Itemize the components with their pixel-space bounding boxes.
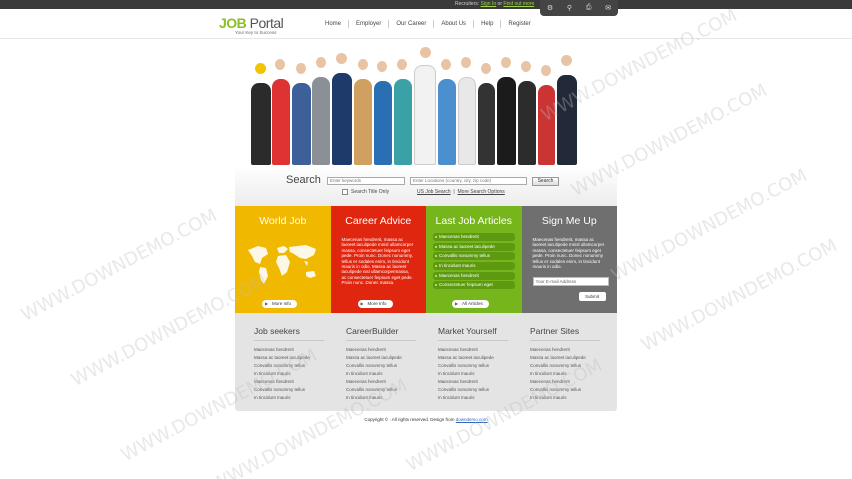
column-careerbuilder: CareerBuilder Maecenas hendrerit Massa a… bbox=[327, 313, 419, 411]
search-title-only[interactable]: Search Title Only bbox=[342, 189, 389, 195]
sign-me-up-text: Maecenas hendrerit, massa ac laoreet iac… bbox=[532, 237, 605, 270]
us-job-search-link[interactable]: US Job Search bbox=[417, 189, 451, 195]
logo-portal: Portal bbox=[246, 15, 284, 31]
column-title: Market Yourself bbox=[438, 326, 508, 341]
logo-tagline: Your Key to Success bbox=[235, 30, 277, 35]
list-item[interactable]: Maecenas hendrerit bbox=[530, 378, 603, 386]
list-item[interactable]: In tincidunt mauris bbox=[438, 394, 511, 402]
column-title: Partner Sites bbox=[530, 326, 600, 341]
keywords-input[interactable]: Enter keywords bbox=[327, 177, 405, 185]
design-credit-link[interactable]: downdemo.com bbox=[456, 417, 488, 422]
recruiters-links: Recruiters: Sign In or Find out more bbox=[455, 0, 534, 9]
column-partner-sites: Partner Sites Maecenas hendrerit Massa a… bbox=[511, 313, 603, 411]
list-item[interactable]: In tincidunt mauris bbox=[254, 370, 327, 378]
title-only-checkbox[interactable] bbox=[342, 189, 348, 195]
logo-job: JOB bbox=[219, 15, 247, 31]
watermark: WWW.DOWNDEMO.COM bbox=[607, 164, 811, 287]
world-job-box: World Job More Info bbox=[235, 206, 331, 313]
column-title: Job seekers bbox=[254, 326, 324, 341]
more-search-options-link[interactable]: More Search Options bbox=[458, 189, 505, 195]
feature-boxes: World Job More Info Career Advice Maecen… bbox=[235, 206, 617, 313]
nav-help[interactable]: Help bbox=[473, 20, 500, 28]
world-job-title: World Job bbox=[259, 215, 307, 227]
header: JOB Portal Your Key to Success Home Empl… bbox=[0, 9, 852, 39]
list-item[interactable]: Maecenas hendrerit bbox=[530, 346, 603, 354]
list-item[interactable]: In tincidunt mauris bbox=[346, 370, 419, 378]
footer-columns: Job seekers Maecenas hendrerit Massa ac … bbox=[235, 313, 617, 411]
find-out-more-link[interactable]: Find out more bbox=[503, 1, 534, 7]
watermark: WWW.DOWNDEMO.COM bbox=[637, 234, 841, 357]
email-field[interactable]: Your E-mail Address bbox=[532, 277, 609, 286]
list-item[interactable]: Convallis nonummy tellus bbox=[254, 386, 327, 394]
career-advice-box: Career Advice Maecenas hendrerit, massa … bbox=[330, 206, 426, 313]
career-advice-title: Career Advice bbox=[345, 215, 412, 227]
article-item[interactable]: Consectetuer feipsum eget bbox=[433, 281, 515, 290]
search-label: Search bbox=[286, 174, 321, 186]
list-item[interactable]: Convallis nonummy tellus bbox=[438, 362, 511, 370]
or-text: or bbox=[497, 1, 502, 7]
main-nav: Home Employer Our Career About Us Help R… bbox=[318, 20, 538, 28]
nav-home[interactable]: Home bbox=[318, 20, 348, 28]
all-articles-button[interactable]: All Articles bbox=[452, 300, 489, 308]
column-market-yourself: Market Yourself Maecenas hendrerit Massa… bbox=[419, 313, 511, 411]
list-item[interactable]: Maecenas hendrerit bbox=[438, 346, 511, 354]
list-item[interactable]: Convallis nonummy tellus bbox=[438, 386, 511, 394]
copyright: Copyright © . All rights reserved. Desig… bbox=[0, 417, 852, 422]
job-articles-box: Last Job Articles Maecenas hendrerit Mas… bbox=[426, 206, 522, 313]
list-item[interactable]: Convallis nonummy tellus bbox=[530, 362, 603, 370]
list-item[interactable]: Convallis nonummy tellus bbox=[346, 362, 419, 370]
submit-button[interactable]: Submit bbox=[578, 292, 606, 301]
list-item[interactable]: Maecenas hendrerit bbox=[254, 346, 327, 354]
page: Recruiters: Sign In or Find out more ⚙ ⚲… bbox=[0, 0, 852, 479]
list-item[interactable]: Maecenas hendrerit bbox=[346, 378, 419, 386]
world-more-info-button[interactable]: More Info bbox=[262, 300, 298, 308]
list-item[interactable]: Convallis nonummy tellus bbox=[530, 386, 603, 394]
recruiters-label: Recruiters: bbox=[455, 1, 480, 7]
sign-me-up-box: Sign Me Up Maecenas hendrerit, massa ac … bbox=[521, 206, 617, 313]
sign-in-link[interactable]: Sign In bbox=[481, 1, 497, 7]
nav-employer[interactable]: Employer bbox=[348, 20, 388, 28]
list-item[interactable]: In tincidunt mauris bbox=[530, 394, 603, 402]
list-item[interactable]: Massa ac laoreet iaculipede bbox=[530, 354, 603, 362]
list-item[interactable]: Massa ac laoreet iaculipede bbox=[346, 354, 419, 362]
list-item[interactable]: Maecenas hendrerit bbox=[438, 378, 511, 386]
column-job-seekers: Job seekers Maecenas hendrerit Massa ac … bbox=[235, 313, 327, 411]
list-item[interactable]: Convallis nonummy tellus bbox=[346, 386, 419, 394]
search-bar: Search Enter keywords Enter Locations (c… bbox=[235, 166, 617, 206]
nav-register[interactable]: Register bbox=[500, 20, 537, 28]
article-item[interactable]: Maecenas hendrerit bbox=[433, 233, 515, 241]
nav-about-us[interactable]: About Us bbox=[433, 20, 473, 28]
watermark: WWW.DOWNDEMO.COM bbox=[17, 204, 221, 327]
article-item[interactable]: Maecenas hendrerit bbox=[433, 271, 515, 280]
world-map-icon bbox=[248, 245, 316, 284]
search-button[interactable]: Search bbox=[532, 177, 559, 186]
article-item[interactable]: In tincidunt mauris bbox=[433, 262, 515, 271]
list-item[interactable]: In tincidunt mauris bbox=[438, 370, 511, 378]
title-only-label: Search Title Only bbox=[351, 189, 390, 195]
article-item[interactable]: Massa ac laoreet iaculipede bbox=[433, 242, 515, 251]
career-more-info-button[interactable]: More Info bbox=[357, 300, 393, 308]
list-item[interactable]: Massa ac laoreet iaculipede bbox=[438, 354, 511, 362]
list-item[interactable]: Maecenas hendrerit bbox=[346, 346, 419, 354]
copyright-text: Copyright © . All rights reserved. Desig… bbox=[364, 417, 455, 422]
list-item[interactable]: Maecenas hendrerit bbox=[254, 378, 327, 386]
list-item[interactable]: Massa ac laoreet iaculipede bbox=[254, 354, 327, 362]
articles-list: Maecenas hendrerit Massa ac laoreet iacu… bbox=[426, 233, 522, 290]
search-links-separator: | bbox=[453, 189, 455, 195]
logo[interactable]: JOB Portal Your Key to Success bbox=[219, 15, 284, 35]
top-bar: Recruiters: Sign In or Find out more ⚙ ⚲… bbox=[0, 0, 852, 16]
list-item[interactable]: In tincidunt mauris bbox=[346, 394, 419, 402]
job-articles-title: Last Job Articles bbox=[435, 215, 512, 227]
search-links: US Job Search | More Search Options bbox=[417, 189, 505, 195]
sign-me-up-title: Sign Me Up bbox=[541, 215, 597, 227]
location-input[interactable]: Enter Locations (country, city, zip code… bbox=[410, 177, 527, 185]
list-item[interactable]: In tincidunt mauris bbox=[254, 394, 327, 402]
career-advice-text: Maecenas hendrerit, massa ac laoreet iac… bbox=[341, 237, 414, 286]
nav-our-career[interactable]: Our Career bbox=[388, 20, 433, 28]
list-item[interactable]: Convallis nonummy tellus bbox=[254, 362, 327, 370]
article-item[interactable]: Convallis nonummy tellus bbox=[433, 252, 515, 261]
column-title: CareerBuilder bbox=[346, 326, 416, 341]
list-item[interactable]: In tincidunt mauris bbox=[530, 370, 603, 378]
hero-people-image bbox=[246, 47, 586, 165]
